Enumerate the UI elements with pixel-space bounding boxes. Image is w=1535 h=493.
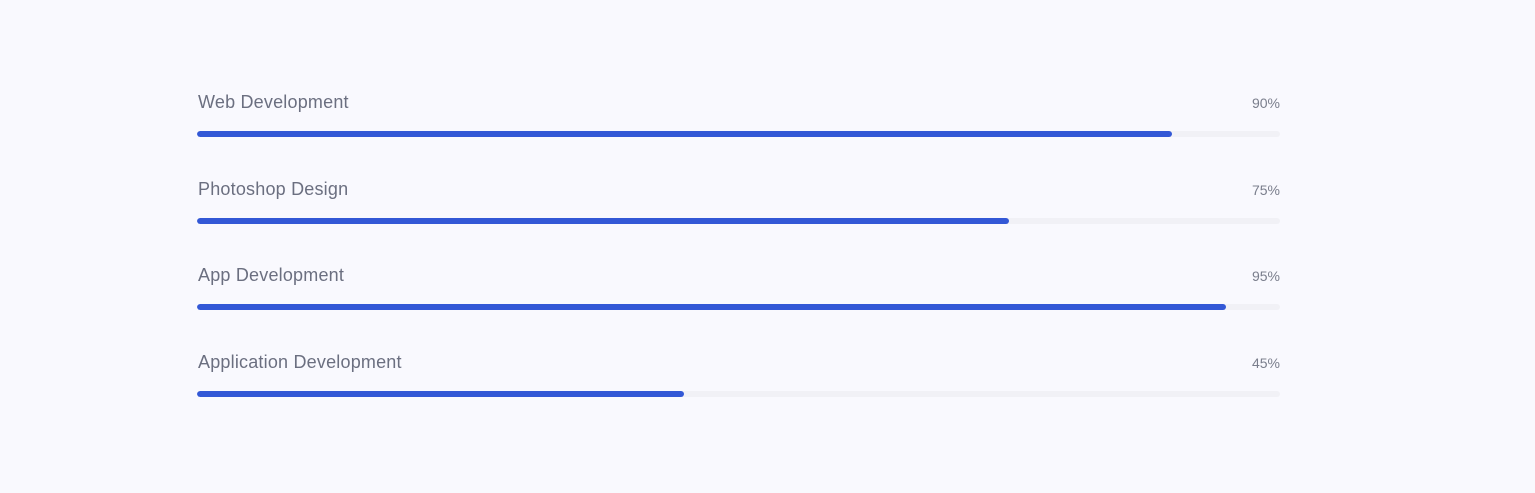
skill-label: Web Development — [198, 92, 349, 112]
progress-track — [197, 390, 1280, 397]
skill-percent: 75% — [1251, 181, 1280, 198]
progress-track — [197, 304, 1280, 310]
skill-percent: 95% — [1251, 268, 1280, 284]
skill-header: Photoshop Design 75% — [197, 177, 1280, 203]
skill-label: Photoshop Design — [198, 178, 349, 199]
skill-header: Web Development 90% — [197, 90, 1280, 116]
skill-percent: 45% — [1251, 354, 1280, 371]
progress-track — [197, 217, 1280, 224]
skill-label: Application Development — [198, 351, 402, 372]
progress-fill — [197, 131, 1172, 137]
skill-header: App Development 95% — [197, 263, 1280, 289]
progress-fill — [197, 304, 1226, 310]
skills-list: Web Development 90% Photoshop Design 75%… — [197, 90, 1280, 436]
skill-item-application-development: Application Development 45% — [197, 350, 1280, 437]
skill-item-app-development: App Development 95% — [197, 263, 1280, 350]
progress-track — [197, 131, 1280, 137]
skill-item-web-development: Web Development 90% — [197, 90, 1280, 177]
skill-header: Application Development 45% — [197, 350, 1280, 376]
skill-label: App Development — [198, 265, 345, 285]
skill-item-photoshop-design: Photoshop Design 75% — [197, 177, 1280, 264]
skill-percent: 90% — [1251, 95, 1280, 111]
progress-fill — [197, 390, 685, 397]
progress-fill — [197, 217, 1010, 224]
